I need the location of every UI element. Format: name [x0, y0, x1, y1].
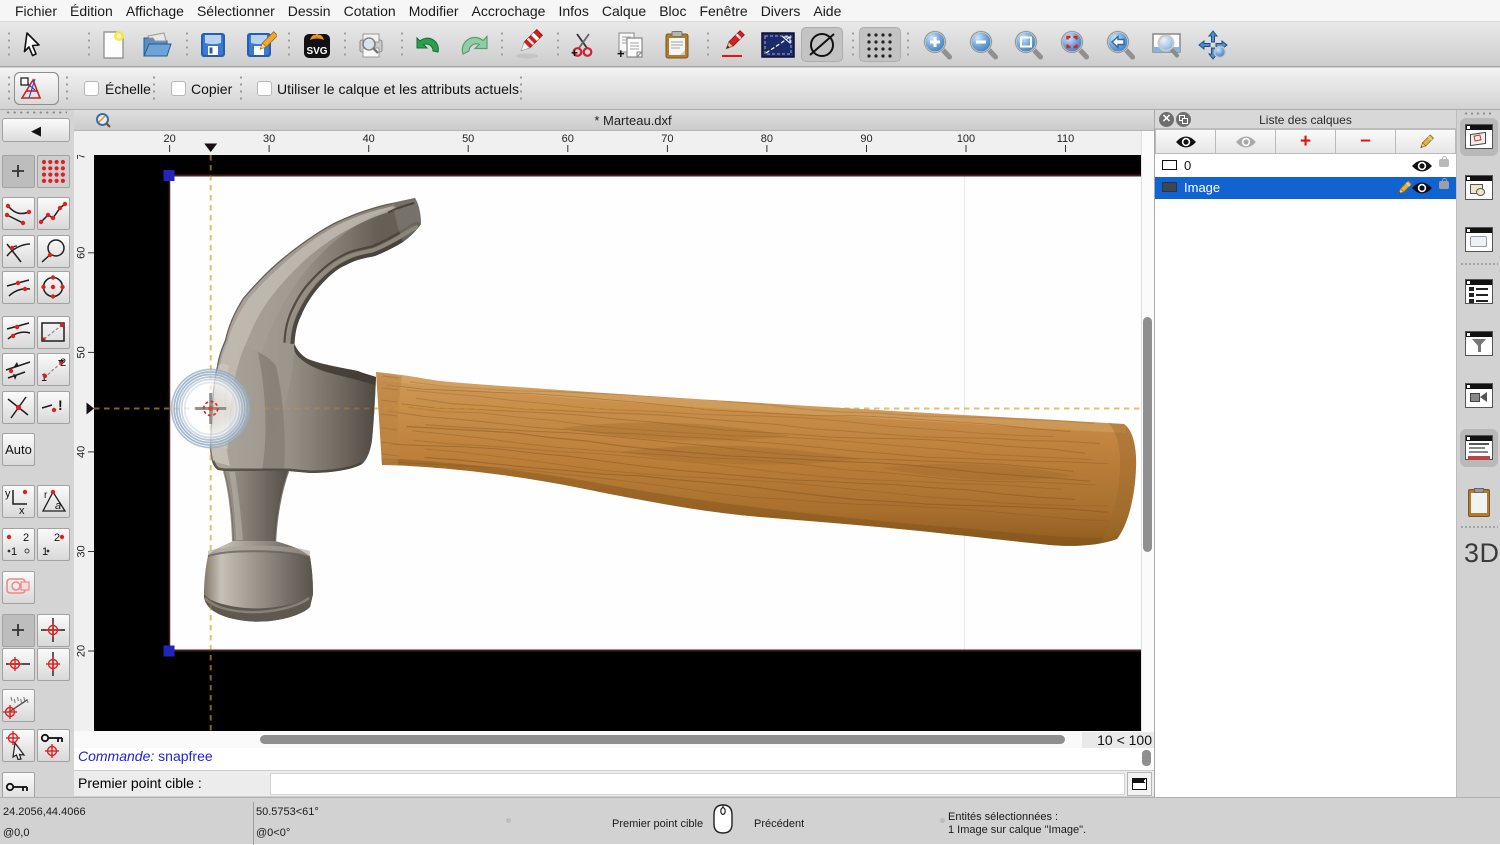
svg-text:110: 110 [1057, 133, 1075, 145]
svg-text:100: 100 [957, 133, 975, 145]
svg-text:70: 70 [661, 133, 673, 145]
svg-text:SVG: SVG [306, 46, 327, 57]
svg-text:!: ! [58, 397, 63, 413]
svg-text:50: 50 [75, 346, 87, 358]
svg-text:30: 30 [263, 133, 275, 145]
svg-text:40: 40 [75, 446, 87, 458]
svg-text:x: x [19, 505, 25, 516]
svg-text:80: 80 [761, 133, 773, 145]
svg-text:70: 70 [75, 155, 87, 159]
svg-text:2: 2 [23, 532, 29, 544]
svg-text:a: a [55, 500, 61, 512]
svg-text:60: 60 [562, 133, 574, 145]
svg-text:2: 2 [54, 532, 60, 544]
svg-text:+: + [571, 46, 578, 60]
svg-text:30: 30 [75, 545, 87, 557]
svg-text:y: y [5, 488, 11, 500]
svg-text:20: 20 [75, 645, 87, 657]
svg-text:90: 90 [860, 133, 872, 145]
svg-text:20: 20 [163, 133, 175, 145]
svg-text:50: 50 [462, 133, 474, 145]
svg-text:r: r [44, 490, 48, 501]
svg-text:60: 60 [75, 247, 87, 259]
svg-text:+: + [617, 46, 625, 60]
svg-text:40: 40 [363, 133, 375, 145]
svg-text:1: 1 [11, 546, 17, 558]
svg-text:1: 1 [41, 372, 47, 384]
